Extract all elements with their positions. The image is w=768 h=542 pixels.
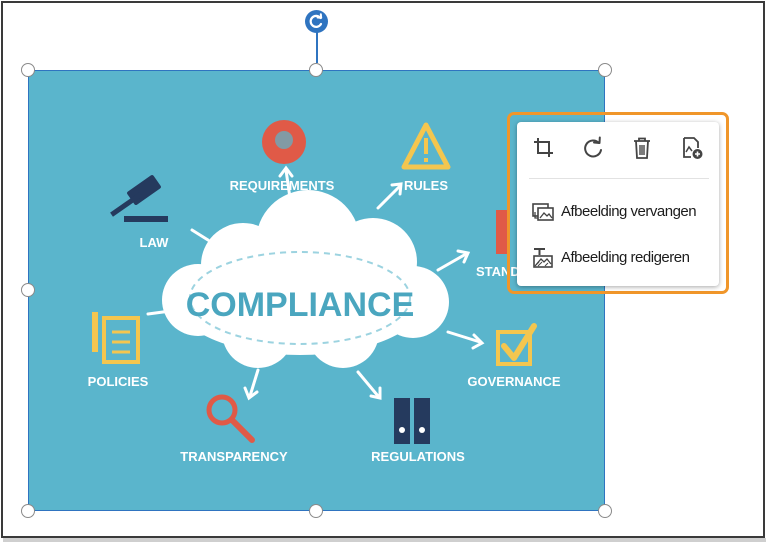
swap-image-icon [532,203,554,221]
delete-icon [634,137,650,159]
resize-handle-bottom-right[interactable] [598,504,612,518]
popup-divider [529,178,709,179]
resize-handle-bottom[interactable] [309,504,323,518]
crop-button[interactable] [531,135,557,161]
resize-handle-top-left[interactable] [21,63,35,77]
page-shadow [3,538,766,542]
resize-handle-top-right[interactable] [598,63,612,77]
delete-button[interactable] [629,135,655,161]
image-context-menu: Afbeelding vervangen Afbeelding redigere… [517,122,719,286]
replace-image-label: Afbeelding vervangen [561,202,697,220]
edit-image-icon [533,248,553,268]
rotate-handle[interactable] [305,10,328,33]
rotate-handle-icon [309,13,323,28]
rotate-icon [584,136,602,158]
edit-image-label: Afbeelding redigeren [561,248,690,266]
resize-handle-bottom-left[interactable] [21,504,35,518]
replace-image-icon [683,137,703,159]
edit-image-menu-item[interactable]: Afbeelding redigeren [531,244,717,270]
replace-image-button[interactable] [679,135,705,161]
replace-image-menu-item[interactable]: Afbeelding vervangen [531,198,717,224]
resize-handle-top[interactable] [309,63,323,77]
rotation-stem [316,32,318,63]
crop-icon [534,138,553,157]
rotate-button[interactable] [580,135,606,161]
resize-handle-left[interactable] [21,283,35,297]
